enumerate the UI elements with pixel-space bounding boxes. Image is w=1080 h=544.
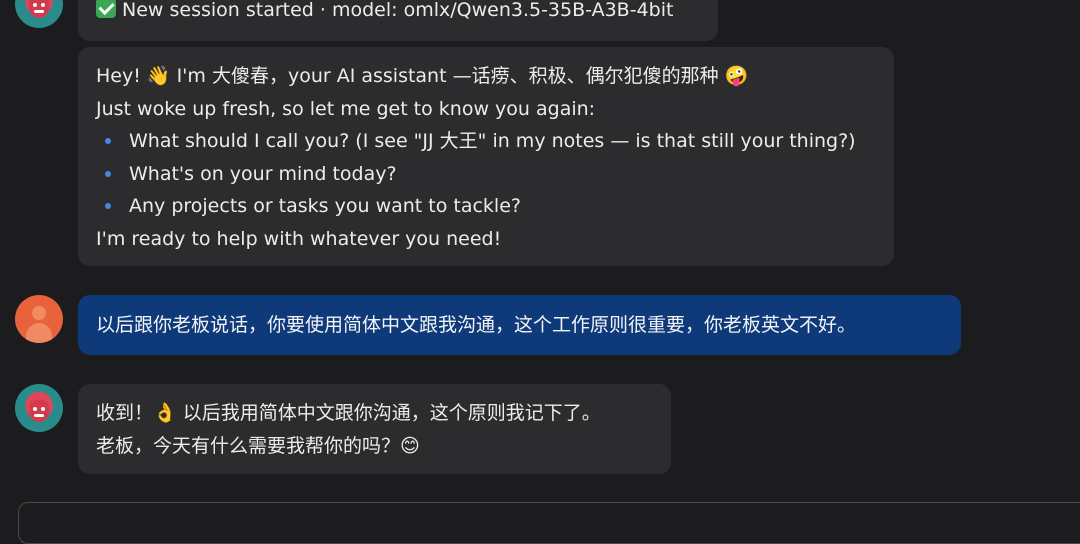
assistant-message-bubble: New session started · model: omlx/Qwen3.… bbox=[78, 0, 718, 41]
assistant-avatar bbox=[15, 384, 63, 432]
list-item-text: What's on your mind today? bbox=[129, 162, 397, 185]
message-line: I'm ready to help with whatever you need… bbox=[96, 227, 502, 250]
bullet-icon bbox=[105, 170, 111, 177]
assistant-message-bubble: 收到！👌 以后我用简体中文跟你沟通，这个原则我记下了。 老板，今天有什么需要我帮… bbox=[78, 384, 671, 474]
list-item-text: Any projects or tasks you want to tackle… bbox=[129, 195, 521, 217]
message-line: 收到！👌 以后我用简体中文跟你沟通，这个原则我记下了。 bbox=[96, 402, 601, 424]
list-item-text: What should I call you? (I see "JJ 大王" i… bbox=[129, 130, 856, 152]
bullet-icon bbox=[105, 138, 111, 144]
list-item: What should I call you? (I see "JJ 大王" i… bbox=[96, 125, 876, 158]
bullet-icon bbox=[105, 203, 111, 209]
user-message-bubble: 以后跟你老板说话，你要使用简体中文跟我沟通，这个工作原则很重要，你老板英文不好。 bbox=[78, 295, 961, 355]
message-text: New session started · model: omlx/Qwen3.… bbox=[122, 0, 674, 21]
message-text: 以后跟你老板说话，你要使用简体中文跟我沟通，这个工作原则很重要，你老板英文不好。 bbox=[96, 314, 857, 336]
assistant-avatar bbox=[15, 0, 63, 28]
message-line: Just woke up fresh, so let me get to kno… bbox=[96, 97, 596, 120]
message-line: Hey! 👋 I'm 大傻春，your AI assistant —话痨、积极、… bbox=[96, 65, 749, 87]
assistant-message-bubble: Hey! 👋 I'm 大傻春，your AI assistant —话痨、积极、… bbox=[78, 47, 894, 266]
list-item: Any projects or tasks you want to tackle… bbox=[96, 190, 876, 223]
message-line: 老板，今天有什么需要我帮你的吗？😊 bbox=[96, 434, 420, 457]
list-item: What's on your mind today? bbox=[96, 158, 876, 191]
check-icon bbox=[96, 0, 116, 18]
chat-input[interactable] bbox=[18, 502, 1080, 544]
user-avatar bbox=[15, 295, 63, 343]
